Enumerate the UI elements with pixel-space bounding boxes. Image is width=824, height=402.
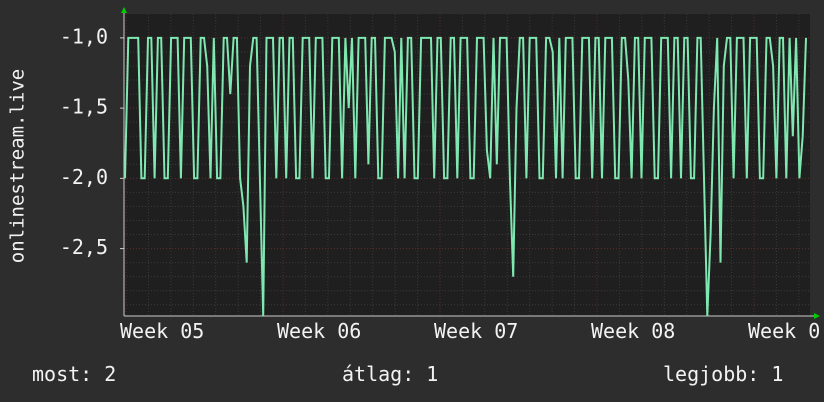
x-tick-label: Week 06: [277, 319, 361, 343]
best-value: legjobb: 1: [663, 362, 784, 386]
current-value: most: 2: [32, 362, 117, 386]
average-value: átlag: 1: [342, 362, 439, 386]
x-tick-labels: Week 05 Week 06 Week 07 Week 08 Week 0: [120, 319, 820, 343]
y-tick-labels: -1,0 -1,5 -2,0 -2,5: [60, 24, 108, 259]
line-chart: -1,0-1,5-2,0-2,5 Week 05 Week 06 Week 07 We…: [7, 7, 820, 343]
x-tick-label: Week 0: [748, 319, 820, 343]
y-axis-arrow: [121, 7, 127, 13]
y-tick-label: -2,5: [60, 235, 108, 259]
y-tick-label: -1,5: [60, 95, 108, 119]
y-axis-label: onlinestream.live: [7, 69, 29, 263]
x-tick-label: Week 08: [591, 319, 675, 343]
chart-container: -1,0 -1,5 -2,0 -2,5 Week 05 Week 06 Week 07 We…: [0, 0, 824, 402]
y-tick-label: -2,0: [60, 165, 108, 189]
x-tick-label: Week 07: [434, 319, 518, 343]
y-tick-label: -1,0: [60, 24, 108, 48]
x-tick-label: Week 05: [120, 319, 204, 343]
